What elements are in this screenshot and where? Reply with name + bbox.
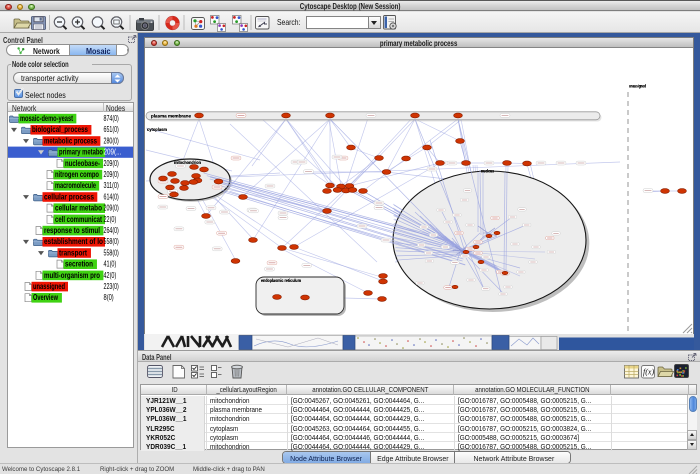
svg-text:223(0): 223(0) [104, 282, 120, 291]
svg-text:42(0): 42(0) [104, 271, 117, 280]
svg-text:651(0): 651(0) [104, 125, 120, 134]
svg-text:nitrogen compo: nitrogen compo [55, 170, 99, 179]
svg-text:biological_process: biological_process [32, 125, 89, 134]
svg-text:209(0): 209(0) [104, 170, 120, 179]
svg-text:mitochondrion: mitochondrion [174, 160, 201, 165]
svg-text:cytoplasm: cytoplasm [147, 127, 167, 133]
svg-text:558(0): 558(0) [104, 237, 120, 246]
svg-text:22(0): 22(0) [104, 215, 117, 224]
svg-text:cell communicat: cell communicat [55, 215, 102, 224]
svg-text:primary metabo: primary metabo [59, 148, 103, 157]
svg-text:209(...: 209(... [104, 148, 122, 157]
svg-text:transport: transport [59, 248, 87, 257]
svg-text:establishment of lo: establishment of lo [44, 237, 103, 246]
svg-text:874(0): 874(0) [104, 114, 120, 123]
svg-text:multi-organism pro: multi-organism pro [44, 271, 100, 280]
svg-text:endoplasmic reticulum: endoplasmic reticulum [261, 278, 301, 283]
svg-text:8(0): 8(0) [104, 293, 114, 302]
svg-text:macromolecule: macromolecule [55, 181, 96, 190]
svg-text:mosaic-demo-yeast: mosaic-demo-yeast [20, 114, 73, 123]
svg-text:unassigned: unassigned [33, 282, 65, 291]
svg-text:f(x): f(x) [643, 368, 654, 377]
svg-text:secretion: secretion [65, 260, 93, 269]
svg-text:41(0): 41(0) [104, 260, 117, 269]
svg-text:311(0): 311(0) [104, 181, 120, 190]
svg-text:209(0): 209(0) [104, 204, 120, 213]
svg-text:614(0): 614(0) [104, 192, 120, 201]
svg-text:cellular metabo: cellular metabo [55, 204, 102, 213]
svg-text:response to stimul: response to stimul [44, 226, 100, 235]
svg-text:metabolic process: metabolic process [44, 136, 98, 145]
svg-text:plasma membrane: plasma membrane [151, 114, 191, 120]
svg-text:cellular process: cellular process [44, 192, 95, 201]
svg-text:unassigned: unassigned [629, 84, 646, 89]
svg-text:nucleobase-: nucleobase- [65, 159, 100, 168]
svg-text:280(0): 280(0) [104, 136, 120, 145]
svg-text:209(0): 209(0) [104, 159, 120, 168]
svg-text:Overview: Overview [33, 293, 59, 302]
svg-text:558(0): 558(0) [104, 248, 120, 257]
svg-text:nucleus: nucleus [481, 169, 494, 174]
svg-text:264(0): 264(0) [104, 226, 120, 235]
